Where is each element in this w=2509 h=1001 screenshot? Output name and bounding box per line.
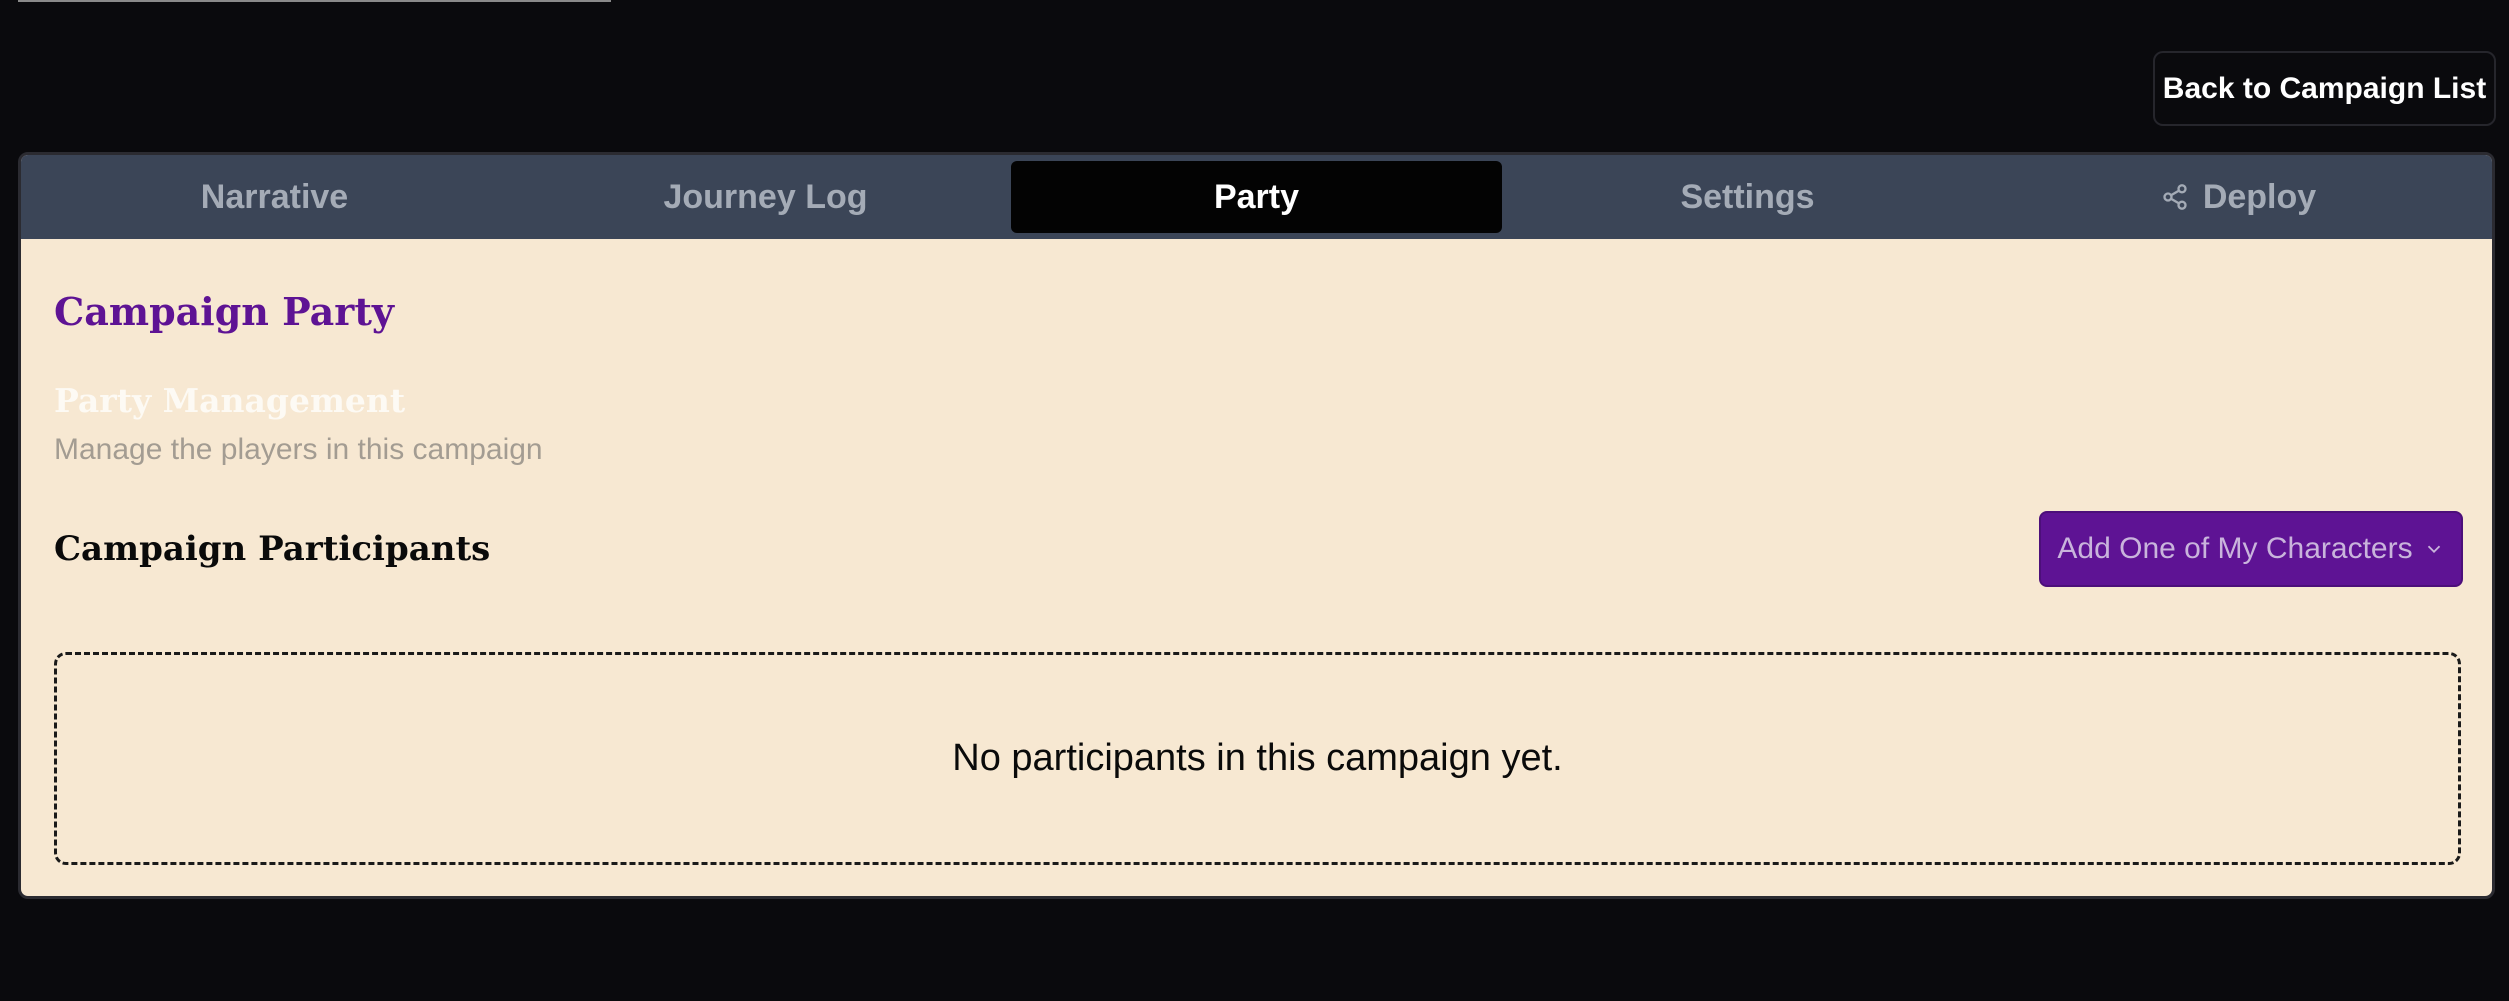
tab-bar: Narrative Journey Log Party Settings Dep… bbox=[21, 155, 2492, 239]
share-icon bbox=[2163, 184, 2187, 210]
tab-label: Journey Log bbox=[663, 177, 868, 216]
tab-label: Settings bbox=[1680, 177, 1815, 216]
empty-participants-box: No participants in this campaign yet. bbox=[54, 652, 2461, 865]
section-title: Party Management bbox=[54, 381, 406, 420]
back-to-campaign-list-button[interactable]: Back to Campaign List bbox=[2153, 51, 2496, 126]
tab-narrative[interactable]: Narrative bbox=[29, 161, 520, 233]
tab-journey-log[interactable]: Journey Log bbox=[520, 161, 1011, 233]
empty-message: No participants in this campaign yet. bbox=[952, 737, 1563, 779]
tab-label: Narrative bbox=[200, 177, 349, 216]
add-character-button[interactable]: Add One of My Characters bbox=[2039, 511, 2463, 587]
campaign-panel: Narrative Journey Log Party Settings Dep… bbox=[18, 152, 2495, 899]
tab-deploy[interactable]: Deploy bbox=[1993, 161, 2484, 233]
add-character-label: Add One of My Characters bbox=[2057, 532, 2413, 565]
tab-settings[interactable]: Settings bbox=[1502, 161, 1993, 233]
participants-heading: Campaign Participants bbox=[54, 529, 491, 569]
tab-label: Deploy bbox=[2202, 177, 2317, 216]
tab-label: Party bbox=[1213, 177, 1300, 216]
page-title: Campaign Party bbox=[54, 289, 394, 334]
tab-party[interactable]: Party bbox=[1011, 161, 1502, 233]
party-content: Campaign Party Party Management Manage t… bbox=[21, 239, 2492, 896]
top-divider bbox=[18, 0, 611, 2]
section-subtitle: Manage the players in this campaign bbox=[54, 433, 543, 466]
chevron-down-icon bbox=[2427, 545, 2440, 554]
